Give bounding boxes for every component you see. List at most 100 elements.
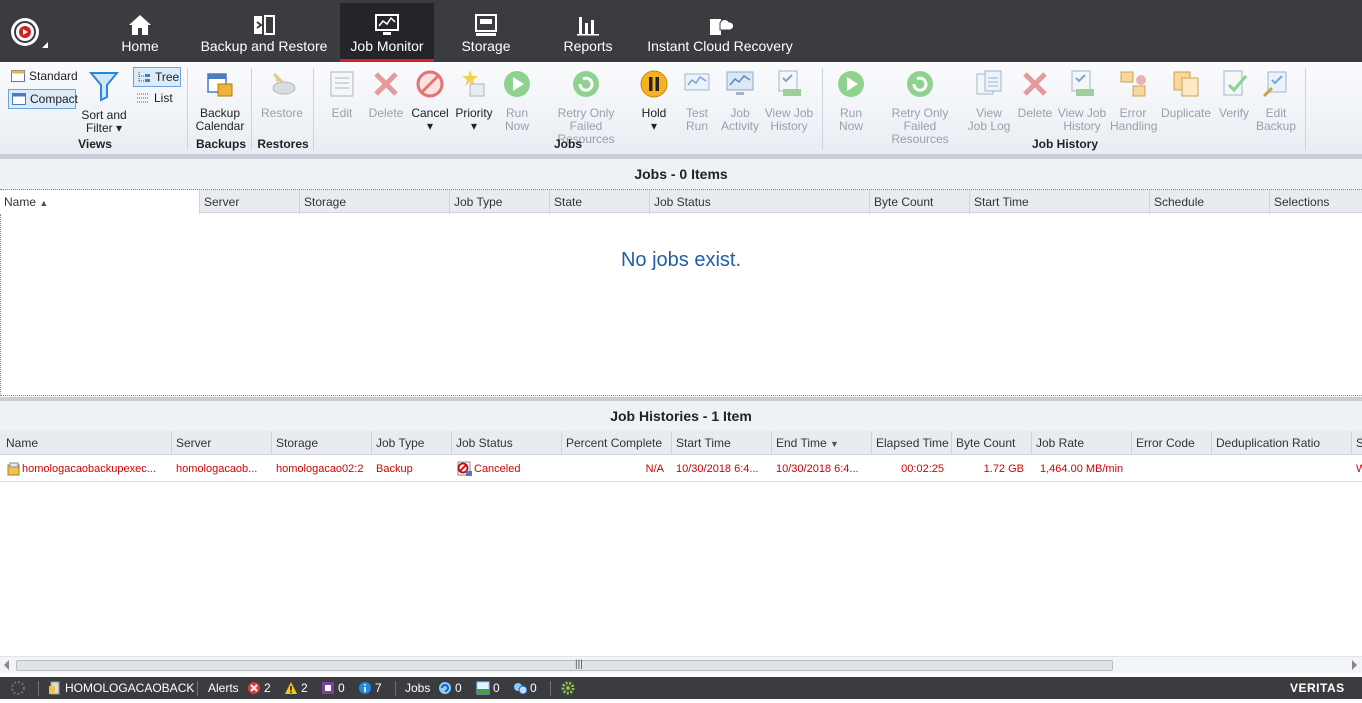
hist-cell-percent-complete: N/A (645, 463, 664, 475)
alerts-media-count[interactable]: 0 (321, 677, 345, 699)
hist-col-storage[interactable]: Storage (272, 431, 372, 455)
backup-restore-icon (254, 15, 275, 35)
hist-col-job-type[interactable]: Job Type (372, 431, 452, 455)
hist-col-percent-complete[interactable]: Percent Complete (562, 431, 672, 455)
jobs-col-job-type[interactable]: Job Type (450, 190, 550, 214)
hist-col-start-time[interactable]: Start Time (672, 431, 772, 455)
hist-cell-error-code (1132, 456, 1212, 482)
hist-col-job-status[interactable]: Job Status (452, 431, 562, 455)
hist-col-byte-count[interactable]: Byte Count (952, 431, 1032, 455)
home-icon (129, 15, 151, 35)
priority-star-icon (462, 70, 485, 97)
verify-button[interactable]: Verify (1214, 68, 1254, 120)
restore-button[interactable]: Restore (258, 68, 306, 120)
hist-col-s[interactable]: S (1352, 431, 1362, 455)
scroll-left-arrow-icon[interactable] (4, 660, 9, 670)
scrollbar-thumb[interactable]: ||| (16, 659, 1113, 671)
jobs-col-server[interactable]: Server (200, 190, 300, 214)
duplicate-icon (1173, 71, 1199, 97)
view-tree-button[interactable]: Tree (133, 67, 181, 87)
ribbon-separator (313, 68, 314, 150)
history-delete-button[interactable]: Delete (1015, 68, 1055, 120)
alerts-error-count[interactable]: 2 (247, 677, 271, 699)
sort-and-filter-button[interactable]: Sort and Filter ▾ (78, 70, 130, 135)
ribbon-separator (822, 68, 823, 150)
jobs-other-count[interactable]: 0 (513, 677, 537, 699)
view-standard-button[interactable]: Standard (8, 67, 78, 87)
group-label-backups: Backups (195, 137, 247, 151)
scroll-right-arrow-icon[interactable] (1352, 660, 1357, 670)
table-row[interactable]: homologacaobackupexec... homologacaob...… (0, 456, 1362, 482)
priority-button[interactable]: Priority ▾ (454, 68, 494, 133)
view-list-button[interactable]: List (133, 89, 179, 109)
tab-storage[interactable]: Storage (446, 3, 526, 62)
job-activity-button[interactable]: Job Activity (720, 68, 760, 133)
delete-job-button[interactable]: Delete (366, 68, 406, 120)
jobs-scheduled-count[interactable]: 0 (476, 677, 500, 699)
view-job-history-button[interactable]: View Job History (764, 68, 814, 133)
view-job-log-button[interactable]: View Job Log (966, 68, 1012, 133)
alerts-warning-count[interactable]: 2 (284, 677, 308, 699)
hist-cell-name: homologacaobackupexec... (4, 456, 172, 482)
hist-col-dedup-ratio[interactable]: Deduplication Ratio (1212, 431, 1352, 455)
tab-label: Instant Cloud Recovery (647, 38, 793, 54)
delete-x-icon (1023, 72, 1047, 96)
jobs-col-selections[interactable]: Selections (1270, 190, 1362, 214)
view-compact-button[interactable]: Compact (8, 89, 78, 109)
storage-icon (475, 14, 497, 36)
history-retry-failed-resources-button[interactable]: Retry Only Failed Resources (874, 68, 966, 146)
hist-col-server[interactable]: Server (172, 431, 272, 455)
test-run-icon (684, 73, 710, 91)
tab-job-monitor[interactable]: Job Monitor (340, 3, 434, 62)
jobs-col-job-status[interactable]: Job Status (650, 190, 870, 214)
edit-backup-icon (1262, 71, 1287, 98)
tab-label: Reports (563, 38, 613, 54)
status-bar: HOMOLOGACAOBACK Alerts 2 2 0 7 Jobs 0 0 … (0, 677, 1362, 699)
tab-label: Storage (461, 38, 511, 54)
hist-col-job-rate[interactable]: Job Rate (1032, 431, 1132, 455)
edit-job-button[interactable]: Edit (322, 68, 362, 120)
hist-col-end-time[interactable]: End Time ▼ (772, 431, 872, 455)
jobs-col-start-time[interactable]: Start Time (970, 190, 1150, 214)
hist-col-elapsed-time[interactable]: Elapsed Time (872, 431, 952, 455)
hist-col-name[interactable]: Name (2, 431, 172, 455)
tab-home[interactable]: Home (100, 3, 180, 62)
hist-cell-server: homologacaob... (176, 463, 258, 475)
jobs-col-schedule[interactable]: Schedule (1150, 190, 1270, 214)
media-alert-icon (322, 682, 334, 694)
jobs-label: Jobs (405, 681, 431, 695)
history-view-job-history-button[interactable]: View Job History (1056, 68, 1108, 133)
jobs-active-count[interactable]: 0 (438, 677, 462, 699)
status-separator (38, 681, 39, 696)
jobs-list-area[interactable] (0, 214, 1362, 396)
horizontal-scrollbar[interactable]: ||| (0, 656, 1362, 673)
error-alert-icon (248, 682, 260, 694)
cancel-job-button[interactable]: Cancel ▾ (410, 68, 450, 133)
info-alert-icon (359, 682, 371, 694)
jobs-col-name[interactable]: Name ▲ (0, 190, 200, 214)
duplicate-button[interactable]: Duplicate (1160, 68, 1212, 120)
history-run-now-button[interactable]: Run Now (832, 68, 870, 133)
backup-calendar-button[interactable]: Backup Calendar (194, 68, 246, 133)
tab-instant-cloud-recovery[interactable]: Instant Cloud Recovery (640, 3, 800, 62)
cloud-recovery-icon (710, 19, 733, 35)
jobs-col-state[interactable]: State (550, 190, 650, 214)
hist-cell-start-time: 10/30/2018 6:4... (676, 463, 759, 475)
run-now-button[interactable]: Run Now (498, 68, 536, 133)
error-handling-button[interactable]: Error Handling (1110, 68, 1157, 133)
settings-gear-icon[interactable] (560, 677, 576, 699)
hist-cell-storage: homologacao02:2 (276, 463, 364, 475)
hist-col-error-code[interactable]: Error Code (1132, 431, 1212, 455)
hold-button[interactable]: Hold ▾ (636, 68, 672, 133)
tab-backup-and-restore[interactable]: Backup and Restore (194, 3, 334, 62)
retry-failed-resources-button[interactable]: Retry Only Failed Resources (540, 68, 632, 146)
edit-backup-button[interactable]: Edit Backup (1256, 68, 1296, 133)
jobs-col-byte-count[interactable]: Byte Count (870, 190, 970, 214)
restore-icon (272, 72, 296, 95)
tab-reports[interactable]: Reports (548, 3, 628, 62)
jobs-col-storage[interactable]: Storage (300, 190, 450, 214)
app-menu-logo-icon[interactable] (8, 14, 48, 50)
server-status[interactable]: HOMOLOGACAOBACK (48, 677, 194, 699)
alerts-info-count[interactable]: 7 (358, 677, 382, 699)
test-run-button[interactable]: Test Run (678, 68, 716, 133)
